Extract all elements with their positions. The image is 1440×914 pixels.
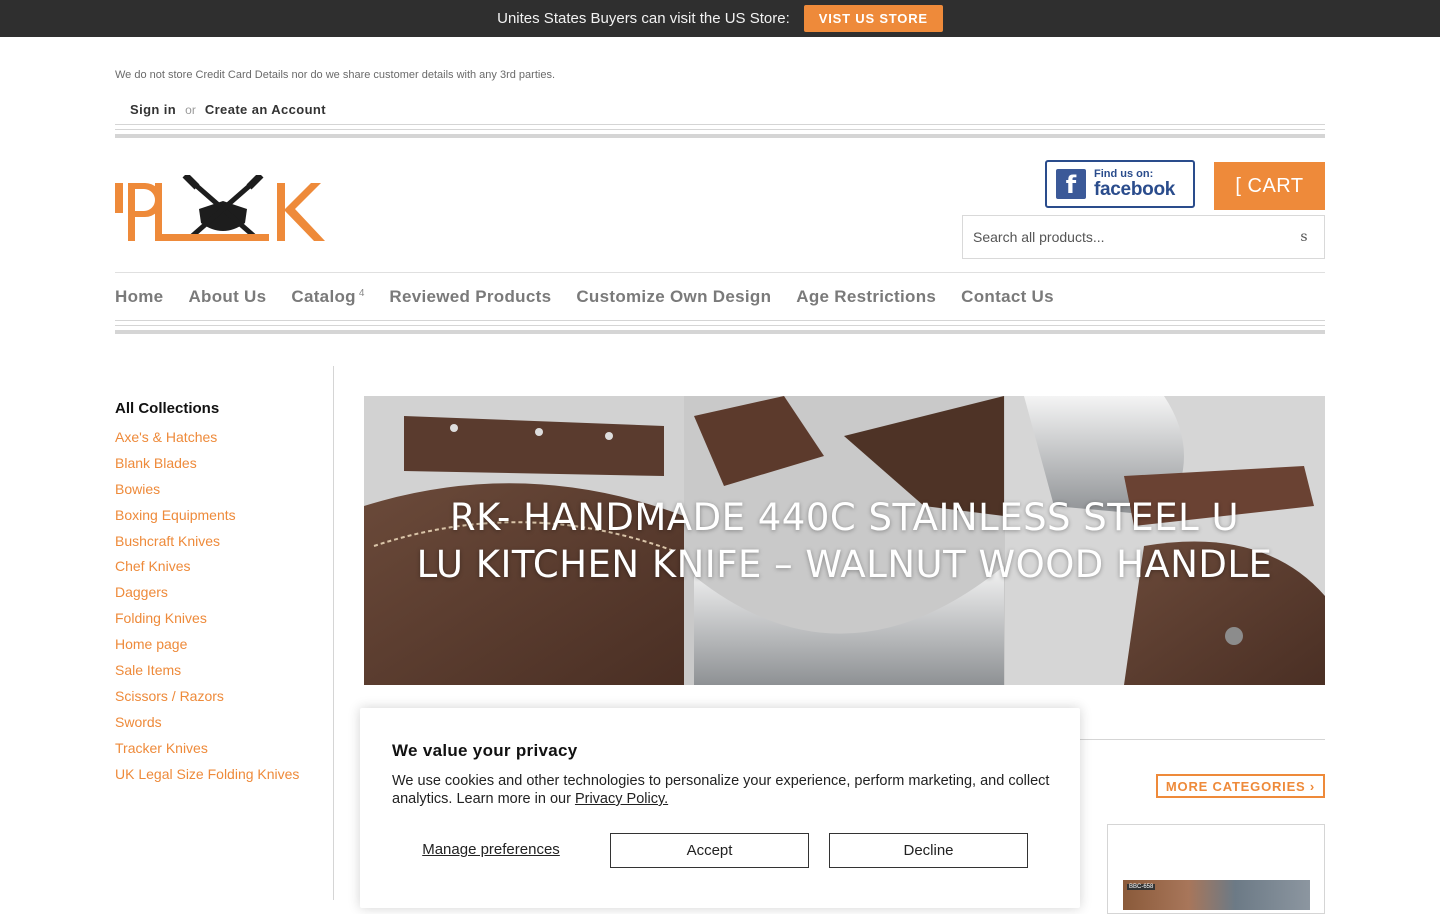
facebook-icon: f <box>1056 169 1086 199</box>
store-logo[interactable] <box>115 172 337 245</box>
sidebar-item-boxing-equipments[interactable]: Boxing Equipments <box>115 507 333 533</box>
sidebar-item-axes-hatches[interactable]: Axe's & Hatches <box>115 429 333 455</box>
manage-preferences-link[interactable]: Manage preferences <box>418 841 564 858</box>
nav-item-age-restrictions[interactable]: Age Restrictions <box>796 287 936 307</box>
banner-title-line1: RK- HANDMADE 440C STAINLESS STEEL U <box>449 496 1240 539</box>
decline-button[interactable]: Decline <box>829 833 1028 868</box>
collections-list: Axe's & Hatches Blank Blades Bowies Boxi… <box>115 429 333 791</box>
catalog-count-badge: 4 <box>358 287 365 299</box>
nav-item-contact-us[interactable]: Contact Us <box>961 287 1054 307</box>
sidebar-divider <box>333 366 334 900</box>
sidebar-item-blank-blades[interactable]: Blank Blades <box>115 455 333 481</box>
collections-sidebar: All Collections Axe's & Hatches Blank Bl… <box>115 400 333 791</box>
nav-item-customize-own-design[interactable]: Customize Own Design <box>576 287 771 307</box>
nav-item-home[interactable]: Home <box>115 287 163 307</box>
header-divider <box>115 124 1325 140</box>
visit-us-store-button[interactable]: VIST US STORE <box>803 5 943 32</box>
search-bar: s <box>962 215 1325 259</box>
more-categories-button[interactable]: MORE CATEGORIES › <box>1156 774 1325 798</box>
announcement-bar: Unites States Buyers can visit the US St… <box>0 0 1440 37</box>
product-card[interactable]: BBC-658 <box>1107 824 1325 914</box>
sidebar-item-bowies[interactable]: Bowies <box>115 481 333 507</box>
search-icon[interactable]: s <box>1294 229 1314 245</box>
privacy-policy-link[interactable]: Privacy Policy. <box>575 791 668 807</box>
facebook-name-label: facebook <box>1094 179 1176 200</box>
cart-button[interactable]: [ CART <box>1214 162 1325 210</box>
banner-title: RK- HANDMADE 440C STAINLESS STEEL U LU K… <box>364 494 1325 588</box>
nav-item-about-us[interactable]: About Us <box>188 287 266 307</box>
nav-bottom-divider <box>115 320 1325 336</box>
featured-product-banner[interactable]: RK- HANDMADE 440C STAINLESS STEEL U LU K… <box>364 396 1325 685</box>
sidebar-item-tracker-knives[interactable]: Tracker Knives <box>115 740 333 766</box>
announcement-text: Unites States Buyers can visit the US St… <box>497 10 790 27</box>
or-separator: or <box>185 103 196 117</box>
nav-item-catalog-wrap: Catalog 4 <box>291 287 364 307</box>
cookie-body-text: We use cookies and other technologies to… <box>392 773 1050 807</box>
create-account-link[interactable]: Create an Account <box>205 102 326 117</box>
main-nav: Home About Us Catalog 4 Reviewed Products… <box>115 287 1054 307</box>
sidebar-item-scissors-razors[interactable]: Scissors / Razors <box>115 688 333 714</box>
privacy-notice: We do not store Credit Card Details nor … <box>115 69 555 81</box>
cookie-consent-dialog: We value your privacy We use cookies and… <box>360 708 1080 908</box>
sidebar-item-chef-knives[interactable]: Chef Knives <box>115 558 333 584</box>
cookie-body: We use cookies and other technologies to… <box>392 772 1052 808</box>
search-input[interactable] <box>973 229 1294 245</box>
sidebar-item-daggers[interactable]: Daggers <box>115 584 333 610</box>
sidebar-item-sale-items[interactable]: Sale Items <box>115 662 333 688</box>
account-links: Sign in or Create an Account <box>130 102 326 117</box>
sidebar-item-folding-knives[interactable]: Folding Knives <box>115 610 333 636</box>
facebook-badge[interactable]: f Find us on: facebook <box>1045 160 1195 208</box>
logo-graphic <box>115 172 325 241</box>
nav-item-reviewed-products[interactable]: Reviewed Products <box>389 287 551 307</box>
nav-item-catalog[interactable]: Catalog <box>291 287 355 306</box>
sidebar-item-uk-legal-folding-knives[interactable]: UK Legal Size Folding Knives <box>115 766 333 792</box>
sidebar-item-swords[interactable]: Swords <box>115 714 333 740</box>
sidebar-title: All Collections <box>115 400 220 417</box>
facebook-badge-text: Find us on: facebook <box>1094 169 1176 200</box>
content-divider <box>1080 739 1325 740</box>
product-thumbnail: BBC-658 <box>1123 880 1310 910</box>
sidebar-item-home-page[interactable]: Home page <box>115 636 333 662</box>
banner-title-line2: LU KITCHEN KNIFE – WALNUT WOOD HANDLE <box>416 543 1273 586</box>
nav-top-divider <box>115 272 1325 273</box>
cookie-title: We value your privacy <box>392 741 578 760</box>
sign-in-link[interactable]: Sign in <box>130 102 176 117</box>
product-tag: BBC-658 <box>1127 884 1156 890</box>
sidebar-item-bushcraft-knives[interactable]: Bushcraft Knives <box>115 533 333 559</box>
accept-button[interactable]: Accept <box>610 833 809 868</box>
